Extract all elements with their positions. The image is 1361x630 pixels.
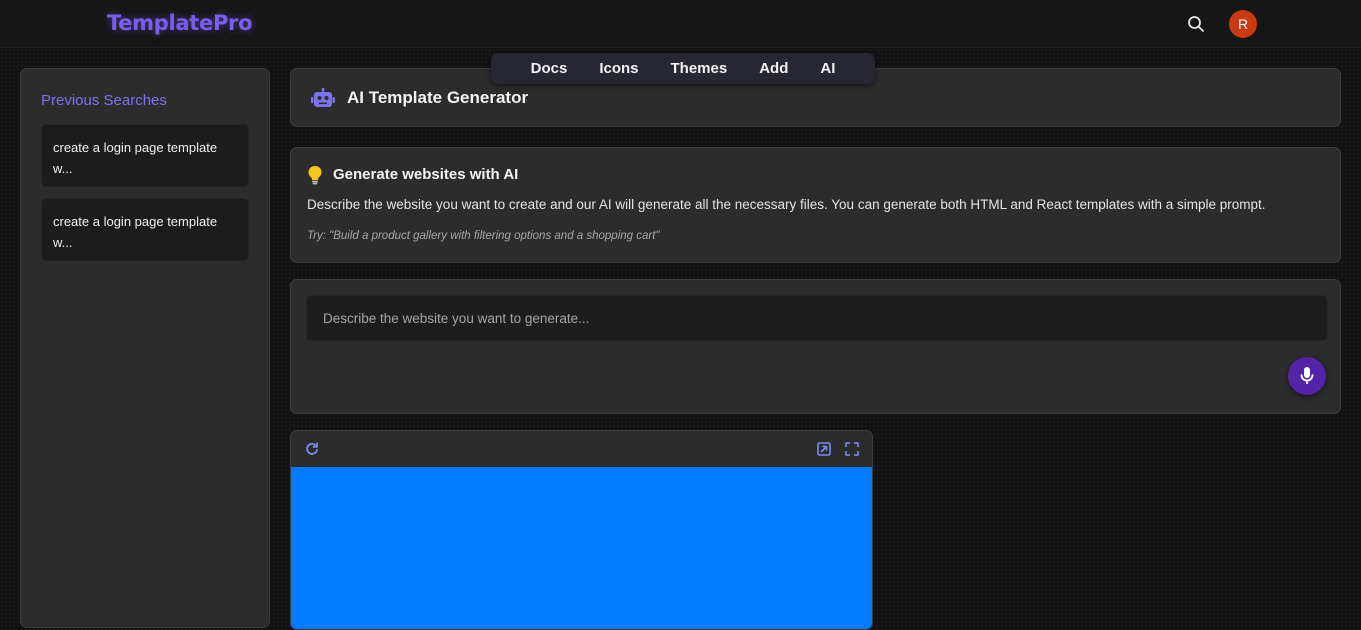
sidebar-title: Previous Searches xyxy=(41,92,167,109)
sidebar: Previous Searches create a login page te… xyxy=(20,68,270,628)
nav-item-add[interactable]: Add xyxy=(743,60,804,77)
nav-item-themes[interactable]: Themes xyxy=(655,60,744,77)
microphone-button[interactable] xyxy=(1288,357,1326,395)
preview-toolbar xyxy=(291,431,872,467)
info-title: Generate websites with AI xyxy=(333,166,519,183)
microphone-icon xyxy=(1300,367,1314,384)
info-card: Generate websites with AI Describe the w… xyxy=(290,147,1341,263)
open-external-icon xyxy=(817,442,831,456)
robot-icon xyxy=(311,88,335,115)
fullscreen-icon xyxy=(845,442,859,456)
refresh-icon xyxy=(306,442,318,455)
nav-item-icons[interactable]: Icons xyxy=(583,60,654,77)
preview-frame[interactable] xyxy=(291,467,872,629)
lightbulb-icon xyxy=(307,165,323,190)
open-external-button[interactable] xyxy=(815,440,833,458)
info-example: Try: "Build a product gallery with filte… xyxy=(307,230,660,242)
search-icon xyxy=(1188,16,1204,32)
info-description: Describe the website you want to create … xyxy=(307,197,1266,212)
main-nav: Docs Icons Themes Add AI xyxy=(491,53,875,84)
fullscreen-button[interactable] xyxy=(843,440,861,458)
avatar[interactable]: R xyxy=(1229,10,1257,38)
logo[interactable]: TemplatePro xyxy=(107,11,253,35)
template-preview-panel xyxy=(290,430,873,630)
previous-search-item[interactable]: create a login page template w... xyxy=(41,124,249,187)
previous-search-item[interactable]: create a login page template w... xyxy=(41,198,249,261)
top-bar: TemplatePro R xyxy=(0,0,1361,48)
nav-item-docs[interactable]: Docs xyxy=(515,60,584,77)
nav-item-ai[interactable]: AI xyxy=(804,60,851,77)
refresh-button[interactable] xyxy=(303,440,321,458)
page-title: AI Template Generator xyxy=(347,88,529,107)
search-button[interactable] xyxy=(1185,13,1207,35)
prompt-card xyxy=(290,279,1341,414)
prompt-input[interactable] xyxy=(306,295,1328,341)
